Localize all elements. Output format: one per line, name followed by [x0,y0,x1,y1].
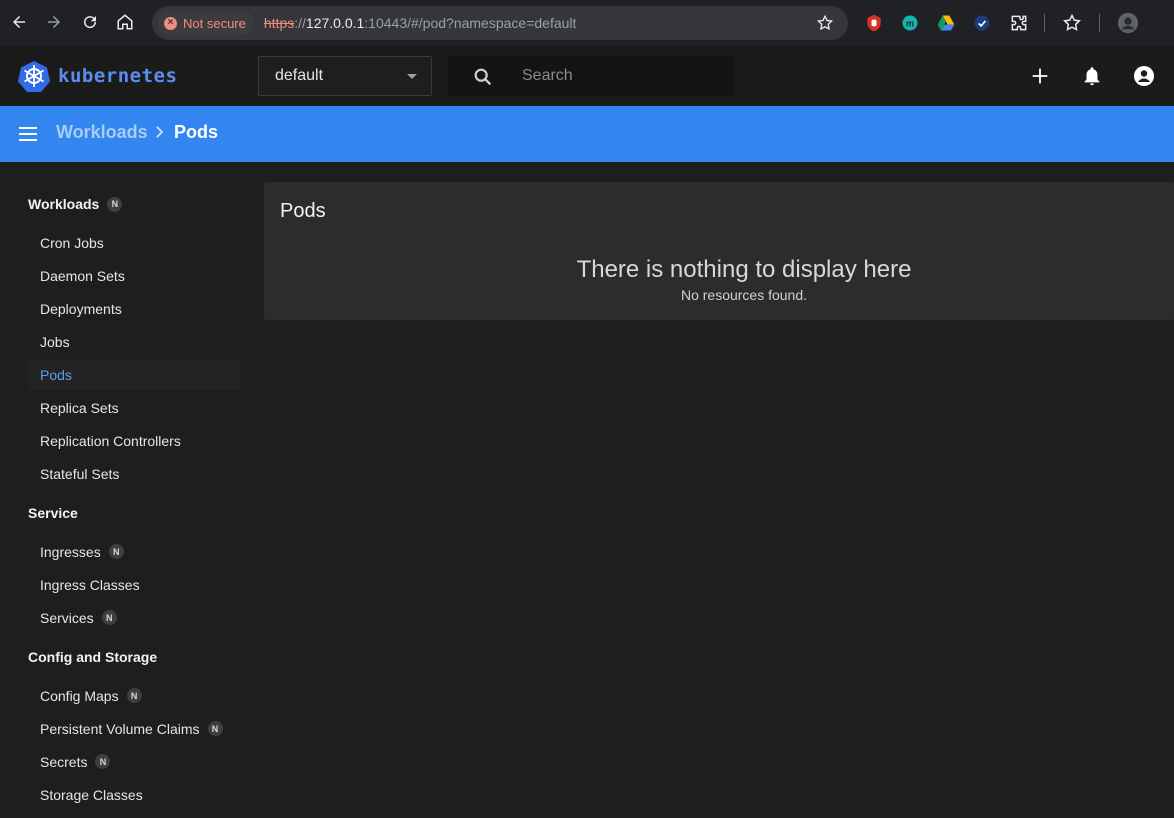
notifications-bell-icon[interactable] [1080,64,1104,88]
sidebar-item-label: Daemon Sets [40,267,125,284]
sidebar-item-label: Pods [40,366,72,383]
browser-toolbar: × Not secure https://127.0.0.1:10443/#/p… [0,0,1174,46]
namespaced-badge: N [95,754,111,769]
sidebar-item-services[interactable]: Services N [28,602,240,633]
security-label: Not secure [183,15,246,31]
url-path: :10443/#/pod?namespace=default [364,15,577,31]
drive-extension-icon[interactable] [935,12,957,34]
sidebar-item-storage-classes[interactable]: Storage Classes [28,779,240,810]
security-chip[interactable]: × Not secure [158,11,254,35]
namespaced-badge: N [101,610,117,625]
breadcrumb-pods: Pods [174,122,219,142]
namespaced-badge: N [207,721,223,736]
create-plus-icon[interactable] [1028,64,1052,88]
namespaced-badge: N [126,688,142,703]
sidebar-section-config-and-storage[interactable]: Config and Storage [28,649,157,665]
address-bar[interactable]: × Not secure https://127.0.0.1:10443/#/p… [152,6,848,40]
namespaced-badge: N [108,544,124,559]
chevron-right-icon [150,123,168,146]
reload-icon[interactable] [75,7,105,37]
sidebar-item-persistent-volume-claims[interactable]: Persistent Volume Claims N [28,713,240,744]
home-icon[interactable] [110,7,140,37]
forward-icon[interactable] [39,7,69,37]
sidebar: Workloads N Cron Jobs Daemon Sets Deploy… [0,162,256,818]
sidebar-item-daemon-sets[interactable]: Daemon Sets [28,260,240,291]
svg-text:m: m [906,18,914,28]
sidebar-section-workloads[interactable]: Workloads N [28,196,123,212]
sidebar-item-label: Storage Classes [40,786,143,803]
logo-text: kubernetes [58,65,178,87]
sidebar-item-label: Services [40,609,94,626]
sidebar-item-label: Secrets [40,753,88,770]
breadcrumb-workloads[interactable]: Workloads [56,122,148,143]
sidebar-item-replica-sets[interactable]: Replica Sets [28,392,240,423]
sidebar-item-label: Jobs [40,333,70,350]
sidebar-item-deployments[interactable]: Deployments [28,293,240,324]
kubernetes-logo[interactable]: kubernetes [18,60,177,92]
app-header: kubernetes default [0,46,1174,106]
sidebar-item-label: Stateful Sets [40,465,120,482]
sidebar-section-service[interactable]: Service [28,505,78,521]
url-text[interactable]: https://127.0.0.1:10443/#/pod?namespace=… [264,15,577,31]
sidebar-item-label: Persistent Volume Claims [40,720,200,737]
sidebar-item-label: Config Maps [40,687,119,704]
m-extension-icon[interactable]: m [899,12,921,34]
pods-card: Pods There is nothing to display here No… [264,182,1174,320]
sidebar-item-jobs[interactable]: Jobs [28,326,240,357]
section-title: Service [28,505,78,521]
account-circle-icon[interactable] [1132,64,1156,88]
back-icon[interactable] [4,7,34,37]
bookmark-star-icon[interactable] [816,14,834,32]
profile-avatar-icon[interactable] [1117,12,1139,34]
kubernetes-wheel-icon [18,61,50,92]
empty-state-subtitle: No resources found. [680,287,808,303]
namespaced-badge: N [107,196,123,212]
bookmarks-star-icon[interactable] [1061,12,1083,34]
sidebar-item-secrets[interactable]: Secrets N [28,746,240,777]
sidebar-item-label: Deployments [40,300,122,317]
sidebar-item-label: Replication Controllers [40,432,181,449]
menu-hamburger-icon[interactable] [18,124,38,144]
search-input[interactable] [522,64,722,88]
sidebar-item-pods[interactable]: Pods [28,359,240,390]
sidebar-item-label: Ingress Classes [40,576,140,593]
section-title: Config and Storage [28,649,158,665]
url-separator: :// [294,15,306,31]
check-extension-icon[interactable] [971,12,993,34]
sidebar-item-cron-jobs[interactable]: Cron Jobs [28,227,240,258]
sidebar-item-label: Replica Sets [40,399,119,416]
namespace-select[interactable]: default [258,56,432,96]
extensions-puzzle-icon[interactable] [1008,12,1030,34]
sidebar-item-config-maps[interactable]: Config Maps N [28,680,240,711]
toolbar-divider [1099,14,1100,32]
section-title: Workloads [28,196,100,212]
sidebar-item-label: Ingresses [40,543,101,560]
search-icon [474,68,492,86]
ublock-extension-icon[interactable] [863,12,885,34]
sidebar-item-label: Cron Jobs [40,234,104,251]
caret-down-icon [407,74,417,79]
sidebar-item-ingress-classes[interactable]: Ingress Classes [28,569,240,600]
search-box [448,56,735,96]
toolbar-divider [1044,14,1045,32]
sidebar-item-stateful-sets[interactable]: Stateful Sets [28,458,240,489]
warning-icon: × [164,16,177,30]
sidebar-item-ingresses[interactable]: Ingresses N [28,536,240,567]
url-host: 127.0.0.1 [305,15,365,31]
sidebar-item-replication-controllers[interactable]: Replication Controllers [28,425,240,456]
breadcrumb-bar: Workloads Pods [0,106,1174,162]
url-scheme: https [263,15,295,31]
empty-state-title: There is nothing to display here [576,256,912,283]
namespace-value: default [275,67,324,84]
card-title: Pods [280,200,326,222]
